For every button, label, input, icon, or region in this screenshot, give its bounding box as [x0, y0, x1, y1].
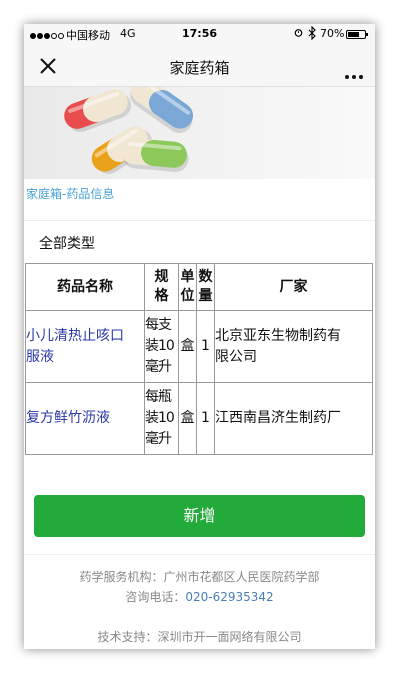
table-row: 复方鲜竹沥液 每瓶 装10 毫升 盒 1 江西南昌济生制药厂: [25, 382, 373, 455]
footer-support: 技术支持：深圳市开一面网络有限公司: [97, 630, 302, 644]
battery-icon: [346, 30, 368, 39]
add-button[interactable]: 新增: [34, 495, 365, 537]
section-subtitle: 家庭箱-药品信息: [26, 187, 115, 201]
alarm-icon: [294, 29, 303, 37]
medicine-maker: 北京亚东生物制药有 限公司: [214, 310, 373, 383]
bluetooth-icon: [308, 25, 316, 43]
header-spec: 规格: [144, 263, 179, 311]
page-title: 家庭药箱: [169, 59, 230, 77]
footer-organization: 药学服务机构：广州市花都区人民医院药学部: [79, 570, 320, 584]
phone-screen: 中国移动 4G 17:56 70% 家庭药箱 家庭箱-药品信息 全部类型 药品名…: [24, 24, 375, 649]
header-name: 药品名称: [25, 263, 145, 311]
battery-percentage: 70%: [320, 27, 345, 40]
medicine-table: 药品名称 规格 单位 数量 厂家 小儿清热止咳口 服液 每支 装10 毫升 盒 1 北…: [25, 263, 373, 455]
footer-divider: [24, 554, 375, 555]
footer-phone-line: 咨询电话：020-62935342: [24, 588, 375, 605]
footer-phone-label: 咨询电话：: [125, 590, 186, 604]
table-row: 小儿清热止咳口 服液 每支 装10 毫升 盒 1 北京亚东生物制药有 限公司: [25, 310, 373, 383]
medicine-maker: 江西南昌济生制药厂: [214, 382, 373, 455]
header-qty: 数量: [196, 263, 215, 311]
navigation-bar: 家庭药箱: [24, 46, 375, 87]
header-unit: 单位: [178, 263, 197, 311]
more-options-icon[interactable]: [342, 64, 363, 83]
medicine-quantity: 1: [196, 382, 215, 455]
header-maker: 厂家: [214, 263, 373, 311]
medicine-quantity: 1: [196, 310, 215, 383]
banner-image: [24, 87, 375, 179]
medicine-name-link[interactable]: 复方鲜竹沥液: [25, 382, 145, 455]
medicine-name-link[interactable]: 小儿清热止咳口 服液: [25, 310, 145, 383]
medicine-spec: 每瓶 装10 毫升: [144, 382, 179, 455]
status-bar: 中国移动 4G 17:56 70%: [24, 24, 375, 46]
footer-phone-number[interactable]: 020-62935342: [185, 590, 273, 604]
medicine-unit: 盒: [178, 382, 197, 455]
table-header-row: 药品名称 规格 单位 数量 厂家: [25, 263, 373, 311]
medicine-unit: 盒: [178, 310, 197, 383]
divider: [24, 220, 375, 221]
category-filter[interactable]: 全部类型: [39, 233, 95, 253]
medicine-spec: 每支 装10 毫升: [144, 310, 179, 383]
